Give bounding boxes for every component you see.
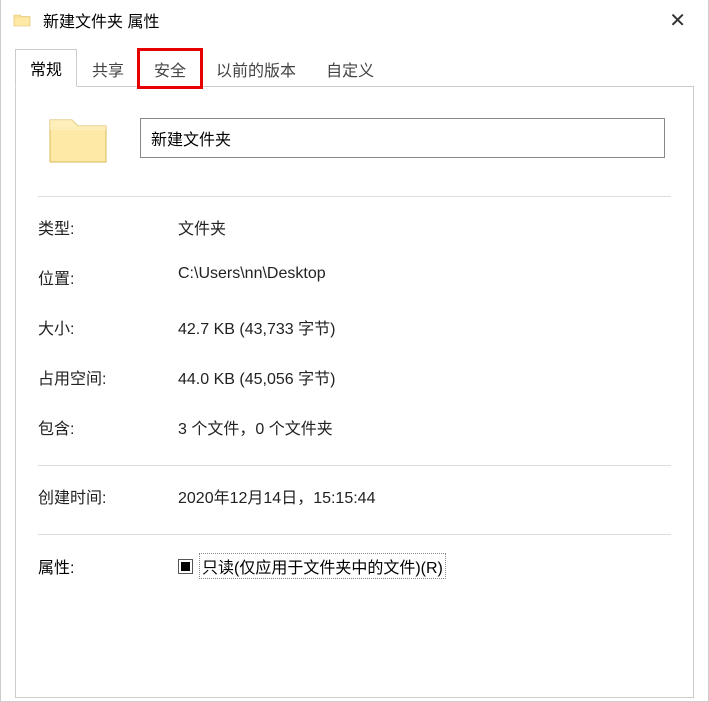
row-created: 创建时间: 2020年12月14日，15:15:44 (38, 484, 671, 508)
label-size: 大小: (38, 315, 178, 339)
readonly-checkbox-wrap[interactable]: 只读(仅应用于文件夹中的文件)(R) (178, 553, 446, 579)
label-type: 类型: (38, 215, 178, 239)
checkbox-indeterminate-icon (178, 559, 193, 574)
tab-previous-versions[interactable]: 以前的版本 (201, 50, 311, 87)
tab-custom[interactable]: 自定义 (311, 50, 389, 87)
divider (38, 196, 671, 197)
properties-window: 新建文件夹 属性 ✕ 常规 共享 安全 以前的版本 自定义 (0, 0, 709, 702)
value-created: 2020年12月14日，15:15:44 (178, 484, 671, 508)
row-attributes: 属性: 只读(仅应用于文件夹中的文件)(R) (38, 553, 671, 579)
tabstrip: 常规 共享 安全 以前的版本 自定义 (15, 48, 694, 87)
row-size-on-disk: 占用空间: 44.0 KB (45,056 字节) (38, 365, 671, 389)
label-contains: 包含: (38, 415, 178, 439)
header-row (38, 108, 671, 168)
folder-icon-large (46, 108, 110, 168)
folder-icon (13, 13, 31, 27)
tab-general[interactable]: 常规 (15, 49, 77, 87)
tabpanel-general: 类型: 文件夹 位置: C:\Users\nn\Desktop 大小: 42.7… (15, 86, 694, 698)
row-location: 位置: C:\Users\nn\Desktop (38, 265, 671, 289)
close-icon: ✕ (669, 10, 686, 32)
tab-share[interactable]: 共享 (77, 50, 139, 87)
divider (38, 534, 671, 535)
tab-security[interactable]: 安全 (139, 50, 201, 87)
row-contains: 包含: 3 个文件，0 个文件夹 (38, 415, 671, 439)
value-size-on-disk: 44.0 KB (45,056 字节) (178, 365, 671, 389)
label-location: 位置: (38, 265, 178, 289)
row-type: 类型: 文件夹 (38, 215, 671, 239)
window-title: 新建文件夹 属性 (43, 8, 655, 32)
divider (38, 465, 671, 466)
value-type: 文件夹 (178, 215, 671, 239)
label-size-on-disk: 占用空间: (38, 365, 178, 389)
row-size: 大小: 42.7 KB (43,733 字节) (38, 315, 671, 339)
value-contains: 3 个文件，0 个文件夹 (178, 415, 671, 439)
value-location: C:\Users\nn\Desktop (178, 265, 671, 289)
value-size: 42.7 KB (43,733 字节) (178, 315, 671, 339)
readonly-label: 只读(仅应用于文件夹中的文件)(R) (199, 553, 446, 579)
folder-name-input[interactable] (140, 118, 665, 158)
label-created: 创建时间: (38, 484, 178, 508)
close-button[interactable]: ✕ (655, 4, 700, 37)
label-attributes: 属性: (38, 554, 178, 578)
titlebar: 新建文件夹 属性 ✕ (1, 0, 708, 40)
client-area: 常规 共享 安全 以前的版本 自定义 类型: 文件夹 (1, 40, 708, 701)
